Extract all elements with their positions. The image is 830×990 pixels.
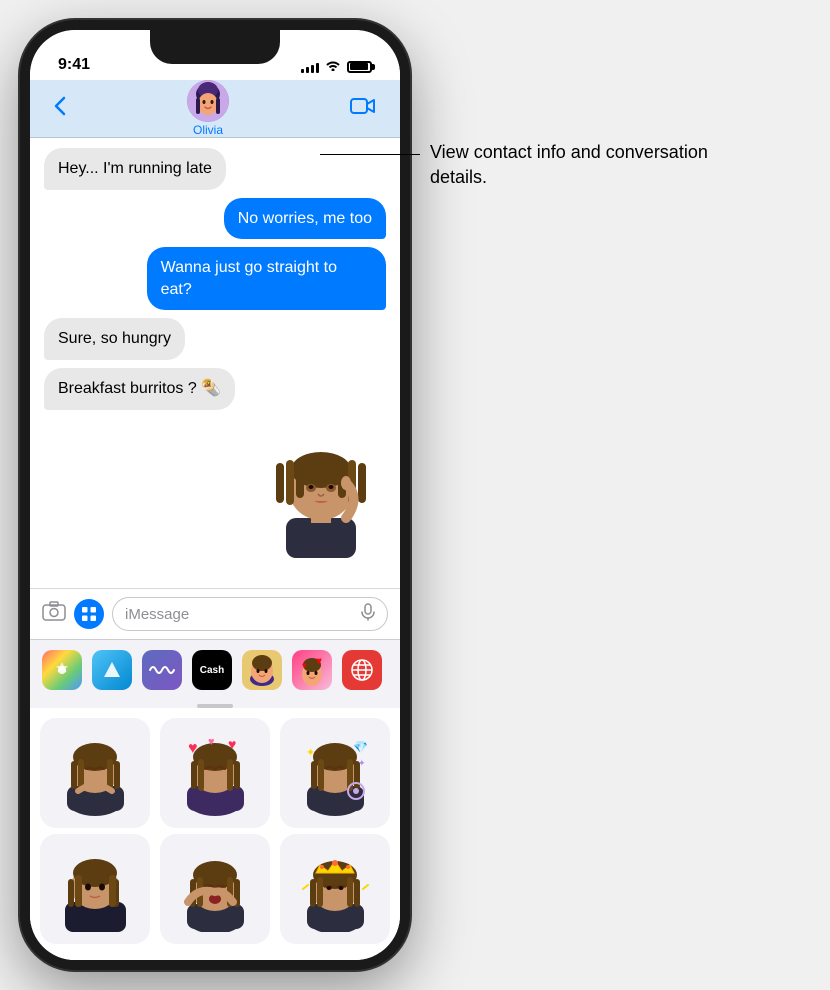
svg-text:♥: ♥ [188,740,198,757]
phone-wrapper: 9:41 [20,20,410,970]
svg-text:♥: ♥ [208,736,215,748]
tray-photos-button[interactable] [42,650,82,690]
wifi-icon [325,59,341,74]
annotation-line [320,154,420,155]
memoji-cell-sparkles[interactable]: 💎 ✦ ✦ [280,718,390,828]
avatar [187,80,229,122]
message-bubble-1: Hey... I'm running late [44,148,226,190]
memoji-cell-yawning[interactable] [160,834,270,944]
status-time: 9:41 [58,56,90,74]
svg-text:♥: ♥ [316,656,322,667]
svg-text:♥: ♥ [228,736,236,752]
notch [150,30,280,64]
memoji-cell-calm[interactable] [40,834,150,944]
contact-name: Olivia [193,123,223,137]
memoji-row-2 [38,834,392,944]
message-bubble-3: Wanna just go straight to eat? [147,247,386,310]
tray-memoji-button[interactable] [242,650,282,690]
memoji-row-1: ♥ ♥ ♥ [38,718,392,828]
app-tray-icons: Cash [30,640,400,700]
memoji-sticker-grid: ♥ ♥ ♥ [30,708,400,960]
camera-button[interactable] [42,601,66,627]
tray-sticker-button[interactable]: ♥ ♥ [292,650,332,690]
phone-screen: 9:41 [30,30,400,960]
tray-cash-button[interactable]: Cash [192,650,232,690]
tray-appstore-button[interactable] [92,650,132,690]
mic-icon [361,603,375,625]
nav-bar: Olivia [30,80,400,138]
battery-icon [347,61,372,73]
svg-text:💎: 💎 [353,740,368,754]
message-bubble-4: Sure, so hungry [44,318,185,360]
memoji-cell-crown[interactable] [280,834,390,944]
back-button[interactable] [46,88,74,130]
memoji-cell-hearts[interactable]: ♥ ♥ ♥ [160,718,270,828]
apps-button[interactable] [74,599,104,629]
annotation-text: View contact info and conversation detai… [430,140,730,190]
tray-audio-button[interactable] [142,650,182,690]
memoji-cell-meditating[interactable] [40,718,150,828]
annotation: View contact info and conversation detai… [430,140,730,190]
input-area: iMessage [30,588,400,639]
message-bubble-5: Breakfast burritos ? 🌯 [44,368,235,410]
svg-text:♥: ♥ [302,661,307,670]
memoji-sticker-message [256,418,386,558]
status-icons [301,59,372,74]
contact-info-button[interactable]: Olivia [187,80,229,137]
video-call-button[interactable] [342,88,384,129]
message-bubble-2: No worries, me too [224,198,386,240]
app-tray: Cash [30,639,400,708]
svg-text:✦: ✦ [358,758,366,768]
tray-world-button[interactable] [342,650,382,690]
signal-icon [301,61,319,73]
imessage-input[interactable]: iMessage [112,597,388,631]
svg-text:✦: ✦ [306,747,315,759]
phone-frame: 9:41 [20,20,410,970]
messages-area[interactable]: Hey... I'm running late No worries, me t… [30,138,400,588]
